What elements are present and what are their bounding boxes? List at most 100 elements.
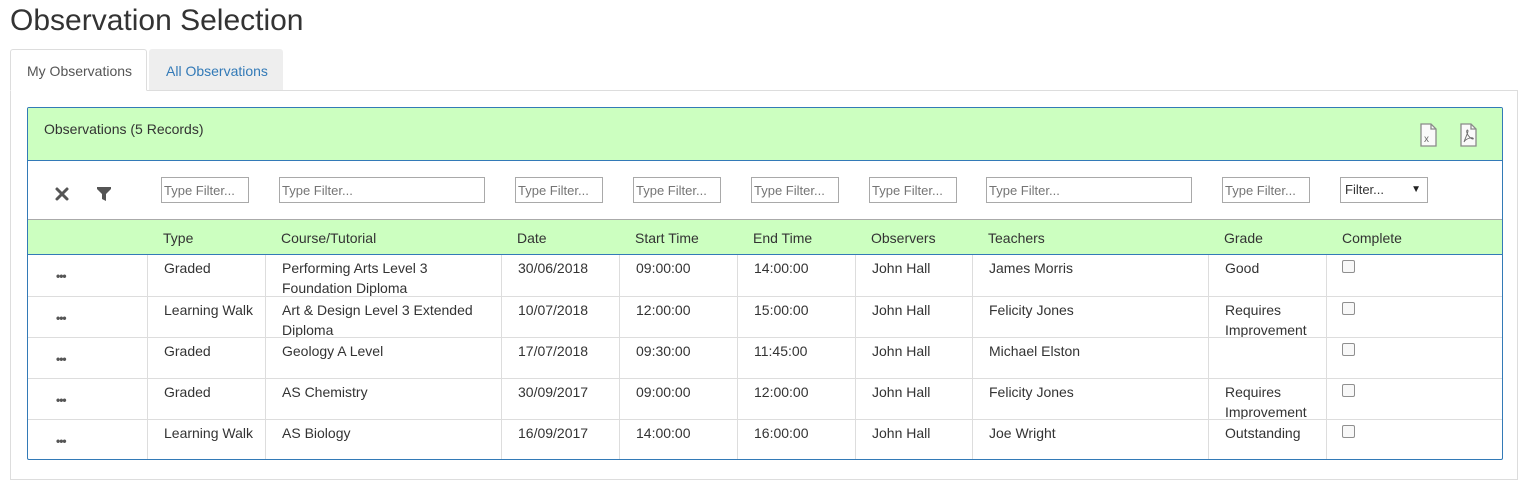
column-header-grade[interactable]: Grade [1224,230,1263,246]
cell-type: Graded [147,379,265,420]
tab-bar: My Observations All Observations [10,49,1518,91]
cell-start-time: 12:00:00 [619,297,737,338]
cell-grade: Good [1208,255,1326,296]
filter-input-end-time[interactable] [751,177,839,203]
tab-all-observations[interactable]: All Observations [149,49,283,91]
table-row: ••• Learning Walk Art & Design Level 3 E… [28,296,1502,338]
complete-checkbox[interactable] [1342,260,1355,273]
filter-input-type[interactable] [161,177,249,203]
row-actions-cell: ••• [28,420,147,459]
column-header-complete[interactable]: Complete [1342,230,1402,246]
table-body: ••• Graded Performing Arts Level 3 Found… [28,255,1502,459]
cell-type: Learning Walk [147,297,265,338]
cell-complete [1326,338,1502,379]
cell-grade: Requires Improvement [1208,297,1326,338]
table-row: ••• Learning Walk AS Biology 16/09/2017 … [28,419,1502,459]
ellipsis-icon[interactable]: ••• [56,312,67,324]
table-row: ••• Graded Performing Arts Level 3 Found… [28,255,1502,296]
cell-teachers: Michael Elston [972,338,1208,379]
table-header: Type Course/Tutorial Date Start Time End… [28,219,1502,255]
excel-export-icon[interactable]: x [1417,123,1439,147]
page-title: Observation Selection [10,4,304,37]
row-actions-cell: ••• [28,379,147,420]
complete-checkbox[interactable] [1342,384,1355,397]
filter-input-start-time[interactable] [633,177,721,203]
ellipsis-icon[interactable]: ••• [56,270,67,282]
cell-teachers: Felicity Jones [972,297,1208,338]
cell-start-time: 14:00:00 [619,420,737,459]
chevron-down-icon: ▼ [1411,184,1421,195]
pdf-export-icon[interactable] [1457,123,1479,147]
row-actions-cell: ••• [28,255,147,296]
cell-date: 30/06/2018 [501,255,619,296]
complete-checkbox[interactable] [1342,343,1355,356]
filter-input-teachers[interactable] [986,177,1192,203]
row-actions-cell: ••• [28,297,147,338]
cell-start-time: 09:00:00 [619,379,737,420]
column-header-start-time[interactable]: Start Time [635,230,699,246]
cell-observers: John Hall [855,338,972,379]
filter-input-date[interactable] [515,177,603,203]
panel-title: Observations (5 Records) [44,121,204,137]
cell-start-time: 09:00:00 [619,255,737,296]
cell-grade [1208,338,1326,379]
cell-course: Geology A Level [265,338,501,379]
observations-panel: Observations (5 Records) x Type Filter..… [27,107,1503,460]
funnel-icon[interactable] [96,186,112,202]
ellipsis-icon[interactable]: ••• [56,353,67,365]
column-header-teachers[interactable]: Teachers [988,230,1045,246]
filter-input-grade[interactable] [1222,177,1310,203]
cell-end-time: 12:00:00 [737,379,855,420]
cell-complete [1326,420,1502,459]
cell-course: Performing Arts Level 3 Foundation Diplo… [265,255,501,296]
cell-date: 10/07/2018 [501,297,619,338]
table-row: ••• Graded Geology A Level 17/07/2018 09… [28,337,1502,379]
complete-checkbox[interactable] [1342,302,1355,315]
filter-select-complete[interactable]: Filter... ▼ [1340,177,1428,203]
cell-course: AS Chemistry [265,379,501,420]
cell-course: Art & Design Level 3 Extended Diploma [265,297,501,338]
cell-end-time: 16:00:00 [737,420,855,459]
cell-complete [1326,379,1502,420]
column-header-type[interactable]: Type [163,230,193,246]
filter-row: Filter... ▼ [28,161,1502,219]
tab-content: Observations (5 Records) x Type Filter..… [10,90,1518,480]
ellipsis-icon[interactable]: ••• [56,435,67,447]
panel-heading: Observations (5 Records) x [28,108,1502,161]
cell-complete [1326,255,1502,296]
complete-checkbox[interactable] [1342,425,1355,438]
column-header-course[interactable]: Course/Tutorial [281,230,376,246]
cell-observers: John Hall [855,420,972,459]
cell-grade: Requires Improvement [1208,379,1326,420]
cell-teachers: Joe Wright [972,420,1208,459]
cell-end-time: 11:45:00 [737,338,855,379]
cell-complete [1326,297,1502,338]
column-header-end-time[interactable]: End Time [753,230,812,246]
cell-type: Graded [147,338,265,379]
filter-input-course[interactable] [279,177,485,203]
cell-teachers: James Morris [972,255,1208,296]
filter-select-value: Filter... [1345,182,1385,197]
row-actions-cell: ••• [28,338,147,379]
cell-date: 17/07/2018 [501,338,619,379]
filter-input-observers[interactable] [869,177,957,203]
cell-type: Learning Walk [147,420,265,459]
cell-date: 30/09/2017 [501,379,619,420]
ellipsis-icon[interactable]: ••• [56,394,67,406]
cell-observers: John Hall [855,297,972,338]
cell-grade: Outstanding [1208,420,1326,459]
cell-teachers: Felicity Jones [972,379,1208,420]
column-header-date[interactable]: Date [517,230,547,246]
cell-start-time: 09:30:00 [619,338,737,379]
cell-end-time: 15:00:00 [737,297,855,338]
column-header-observers[interactable]: Observers [871,230,936,246]
cell-type: Graded [147,255,265,296]
clear-filter-icon[interactable] [54,186,70,202]
cell-observers: John Hall [855,379,972,420]
cell-course: AS Biology [265,420,501,459]
table-row: ••• Graded AS Chemistry 30/09/2017 09:00… [28,378,1502,420]
cell-observers: John Hall [855,255,972,296]
svg-text:x: x [1424,134,1429,145]
tab-my-observations[interactable]: My Observations [10,49,147,91]
cell-end-time: 14:00:00 [737,255,855,296]
